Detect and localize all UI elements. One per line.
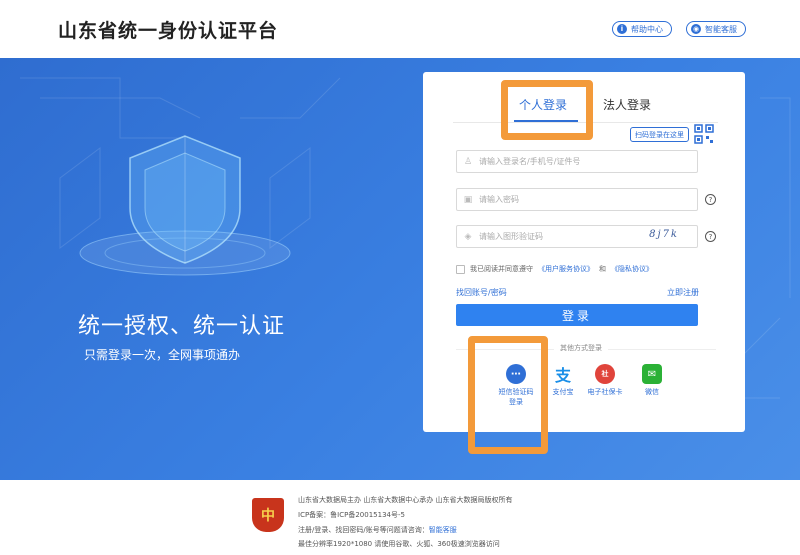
highlight-personal-tab (501, 80, 593, 140)
highlight-sms-login (468, 336, 548, 454)
social-security-card-login-label: 电子社保卡 (587, 388, 623, 396)
shield-check-icon: ◈ (464, 231, 472, 242)
username-input[interactable]: ♙ 请输入登录名/手机号/证件号 (456, 150, 698, 173)
password-placeholder: 请输入密码 (479, 195, 519, 204)
footer-smart-service-link[interactable]: 智能客服 (429, 526, 457, 534)
footer-help-text: 注册/登录、找回密码/账号等问题请咨询： (298, 526, 429, 534)
slogan-sub: 只需登录一次，全网事项通办 (84, 348, 241, 362)
site-footer: 中 山东省大数据局主办 山东省大数据中心承办 山东省大数据局版权所有 ICP备案… (0, 480, 800, 555)
user-icon: ♙ (463, 156, 473, 167)
captcha-placeholder: 请输入图形验证码 (479, 232, 543, 241)
qr-code-icon[interactable] (694, 124, 714, 144)
footer-help: 注册/登录、找回密码/账号等问题请咨询：智能客服 (298, 525, 457, 535)
wechat-icon: ✉ (642, 364, 662, 384)
forgot-account-link[interactable]: 找回账号/密码 (456, 287, 507, 298)
captcha-help-icon[interactable]: ? (705, 231, 716, 242)
wechat-login-label: 微信 (645, 388, 659, 396)
smart-service-button[interactable]: ◉ 智能客服 (686, 21, 746, 37)
agreement-prefix: 我已阅读并同意遵守 (470, 265, 533, 273)
robot-icon: ◉ (691, 24, 701, 34)
page: 山东省统一身份认证平台 i 帮助中心 ◉ 智能客服 统一授权、统一认证 只需登录… (0, 0, 800, 555)
agreement-checkbox[interactable] (456, 264, 465, 274)
social-security-card-icon: 社 (595, 364, 615, 384)
captcha-input[interactable]: ◈ 请输入图形验证码 8j7k (456, 225, 698, 248)
user-agreement-link[interactable]: 《用户服务协议》 (538, 264, 594, 274)
footer-browser-note: 最佳分辨率1920*1080 请使用谷歌、火狐、360极速浏览器访问 (298, 540, 500, 548)
social-security-card-login-option[interactable]: 社 电子社保卡 (585, 364, 625, 397)
login-button[interactable]: 登录 (456, 304, 698, 326)
smart-service-label: 智能客服 (705, 24, 737, 34)
other-methods-label: 其他方式登录 (554, 343, 608, 353)
footer-icp: ICP备案：鲁ICP备20015134号-5 (298, 511, 405, 519)
register-link[interactable]: 立即注册 (667, 287, 699, 298)
alipay-login-label: 支付宝 (552, 388, 574, 396)
footer-sponsor: 山东省大数据局主办 山东省大数据中心承办 山东省大数据局版权所有 (298, 496, 513, 504)
government-emblem-icon: 中 (252, 498, 284, 532)
help-center-button[interactable]: i 帮助中心 (612, 21, 672, 37)
agreement-and: 和 (599, 265, 606, 273)
password-input[interactable]: ▣ 请输入密码 (456, 188, 698, 211)
agreement-row: 我已阅读并同意遵守 《用户服务协议》 和 《隐私协议》 (456, 264, 653, 274)
password-help-icon[interactable]: ? (705, 194, 716, 205)
site-header: 山东省统一身份认证平台 i 帮助中心 ◉ 智能客服 (0, 0, 800, 58)
tab-corporate-login[interactable]: 法人登录 (603, 96, 651, 113)
privacy-agreement-link[interactable]: 《隐私协议》 (611, 264, 653, 274)
info-icon: i (617, 24, 627, 34)
lock-icon: ▣ (463, 194, 473, 205)
username-placeholder: 请输入登录名/手机号/证件号 (479, 157, 581, 166)
slogan-main: 统一授权、统一认证 (78, 314, 286, 339)
help-center-label: 帮助中心 (631, 24, 663, 34)
alipay-icon: 支 (553, 364, 573, 385)
alipay-login-option[interactable]: 支 支付宝 (543, 364, 583, 397)
wechat-login-option[interactable]: ✉ 微信 (632, 364, 672, 397)
qr-login-tip: 扫码登录在这里 (630, 127, 689, 142)
captcha-image[interactable]: 8j7k (649, 229, 679, 240)
site-title: 山东省统一身份认证平台 (58, 20, 279, 42)
